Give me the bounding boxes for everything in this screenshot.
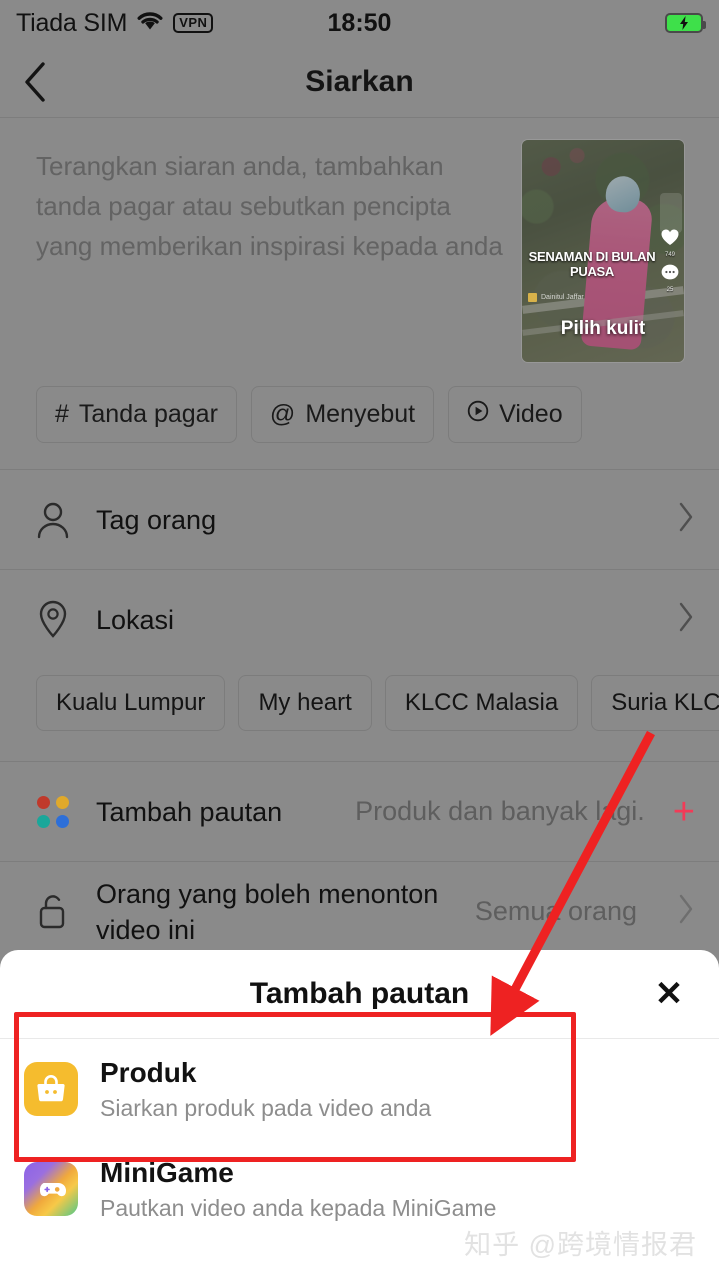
chip-mention-label: Menyebut: [305, 400, 416, 428]
row-privacy[interactable]: Orang yang boleh menonton video ini Semu…: [0, 862, 719, 961]
unlock-icon: [36, 892, 70, 932]
person-icon: [36, 501, 70, 539]
sheet-item-produk[interactable]: Produk Siarkan produk pada video anda: [0, 1039, 719, 1139]
shopping-bag-icon: [24, 1062, 78, 1116]
status-bar-right: [665, 13, 706, 33]
chip-video-label: Video: [499, 400, 563, 428]
caption-input[interactable]: Terangkan siaran anda, tambahkan tanda p…: [36, 140, 506, 362]
chevron-right-icon: [677, 501, 695, 538]
chevron-left-icon: [25, 61, 45, 102]
dot-teal: [37, 814, 50, 828]
hashtag-icon: #: [55, 400, 69, 428]
sheet-title: Tambah pautan: [249, 977, 470, 1010]
page-title: Siarkan: [305, 64, 414, 98]
nav-bar: Siarkan: [0, 46, 719, 118]
phone-screen: Tiada SIM VPN 18:50 Siarkan Terangkan si…: [0, 0, 719, 1280]
thumbnail-side-actions: 749 25: [661, 229, 679, 293]
row-location-label: Lokasi: [96, 604, 175, 635]
chip-hashtag-label: Tanda pagar: [78, 400, 218, 428]
comment-count: 25: [666, 286, 674, 293]
play-circle-icon: [467, 400, 489, 429]
sheet-item-subtitle: Siarkan produk pada video anda: [100, 1094, 432, 1121]
gamepad-icon: [24, 1162, 78, 1216]
plus-icon[interactable]: +: [673, 793, 695, 831]
dot-red: [37, 795, 50, 809]
sheet-item-produk-text: Produk Siarkan produk pada video anda: [100, 1057, 431, 1122]
watermark: 知乎 @跨境情报君: [464, 1230, 697, 1260]
sheet-item-title: MiniGame: [100, 1156, 234, 1188]
chevron-right-icon: [677, 601, 695, 638]
close-icon[interactable]: ✕: [647, 972, 691, 1016]
sheet-item-subtitle: Pautkan video anda kepada MiniGame: [100, 1194, 497, 1221]
sheet-item-minigame-text: MiniGame Pautkan video anda kepada MiniG…: [100, 1157, 496, 1222]
status-bar: Tiada SIM VPN 18:50: [0, 0, 719, 46]
thumbnail-side-panel: [660, 193, 682, 234]
location-chip[interactable]: KLCC Malasia: [384, 675, 579, 731]
thumbnail-overlay-title: SENAMAN DI BULAN PUASA: [528, 248, 656, 279]
chip-mention[interactable]: @ Menyebut: [250, 386, 435, 443]
author-name: Dainitul Jaffar: [541, 294, 584, 301]
like-count: 749: [664, 251, 675, 258]
at-icon: @: [269, 400, 296, 428]
row-add-link-value: Produk dan banyak lagi.: [355, 796, 645, 826]
location-chip[interactable]: Kualu Lumpur: [36, 675, 226, 731]
row-privacy-label: Orang yang boleh menonton video ini: [96, 878, 439, 945]
location-chip[interactable]: Suria KLCC Sdn B: [591, 675, 719, 731]
row-tag-people[interactable]: Tag orang: [0, 470, 719, 569]
comment-icon: [661, 264, 679, 280]
sheet-item-title: Produk: [100, 1056, 197, 1088]
carrier-label: Tiada SIM: [16, 8, 128, 37]
row-add-link[interactable]: Tambah pautan Produk dan banyak lagi. +: [0, 762, 719, 861]
row-add-link-label: Tambah pautan: [96, 796, 283, 827]
chip-video[interactable]: Video: [448, 386, 582, 443]
location-pin-icon: [36, 600, 70, 640]
thumbnail-author: Dainitul Jaffar: [528, 293, 584, 302]
battery-charging-icon: [665, 13, 706, 33]
select-cover-label[interactable]: Pilih kulit: [522, 318, 684, 340]
four-dots-icon: [36, 795, 70, 828]
vpn-badge: VPN: [173, 13, 214, 33]
chevron-right-icon: [677, 893, 695, 930]
chip-hashtag[interactable]: # Tanda pagar: [36, 386, 237, 443]
video-thumbnail[interactable]: 749 25 SENAMAN DI BULAN PUASA Dainitul J…: [522, 140, 684, 362]
status-bar-left: Tiada SIM VPN: [16, 8, 214, 38]
location-chip[interactable]: My heart: [238, 675, 372, 731]
back-button[interactable]: [0, 46, 70, 118]
dot-yellow: [56, 795, 69, 809]
row-tag-people-label: Tag orang: [96, 504, 217, 535]
location-suggestions: Kualu Lumpur My heart KLCC Malasia Suria…: [0, 669, 719, 761]
wifi-icon: [136, 10, 164, 36]
heart-icon: [661, 229, 679, 245]
dot-blue: [56, 814, 69, 828]
sheet-header: Tambah pautan ✕: [0, 950, 719, 1038]
caption-tools-row: # Tanda pagar @ Menyebut Video: [0, 362, 719, 469]
row-privacy-value: Semua orang: [474, 896, 637, 926]
row-location[interactable]: Lokasi: [0, 570, 719, 669]
caption-section: Terangkan siaran anda, tambahkan tanda p…: [0, 118, 719, 362]
author-badge-icon: [528, 293, 537, 302]
